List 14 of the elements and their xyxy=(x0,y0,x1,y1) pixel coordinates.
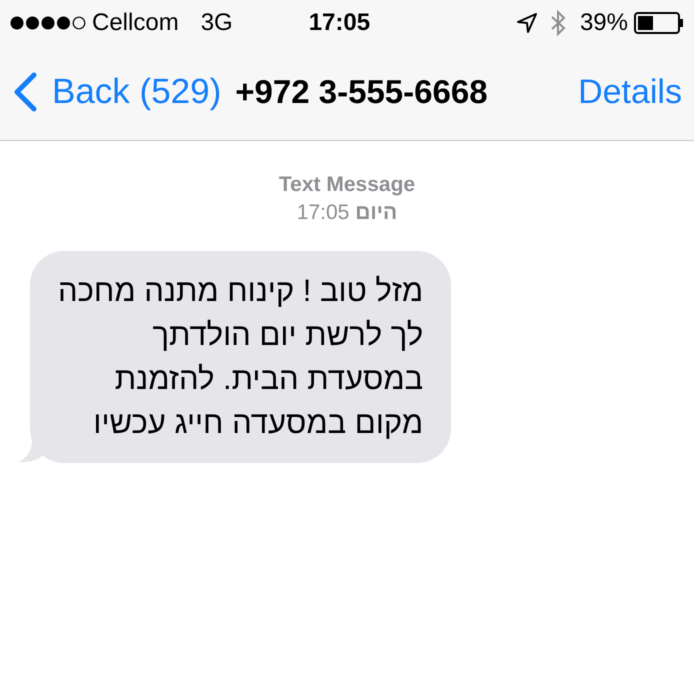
location-arrow-icon xyxy=(516,12,538,34)
battery-icon xyxy=(634,12,684,34)
thread-label: Text Message xyxy=(278,172,416,198)
back-button[interactable]: Back (529) xyxy=(12,66,222,118)
message-text: מזל טוב ! קינוח מתנה מחכה לך לרשת יום הולדתך במסעדת הבית. להזמנת מקום במסעדה חייג עכשיו xyxy=(58,272,424,442)
battery-percent: 39% xyxy=(580,8,628,38)
carrier-name: Cellcom xyxy=(92,8,179,38)
network-type: 3G xyxy=(200,8,233,38)
details-button[interactable]: Details xyxy=(578,66,682,118)
bluetooth-icon xyxy=(550,9,566,37)
back-chevron-icon xyxy=(12,72,38,112)
status-time: 17:05 xyxy=(308,8,370,38)
signal-icon xyxy=(10,16,86,30)
contact-title: +972 3-555-6668 xyxy=(235,72,488,112)
